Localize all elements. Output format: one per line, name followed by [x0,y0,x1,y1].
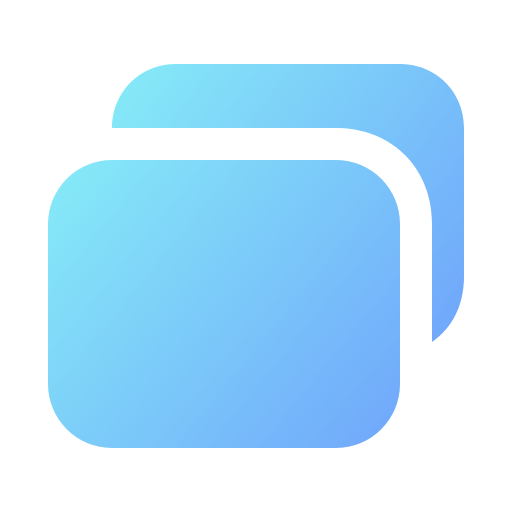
icon-canvas [0,0,512,512]
stacked-cards-icon [48,64,464,448]
front-card-shape [48,160,400,448]
